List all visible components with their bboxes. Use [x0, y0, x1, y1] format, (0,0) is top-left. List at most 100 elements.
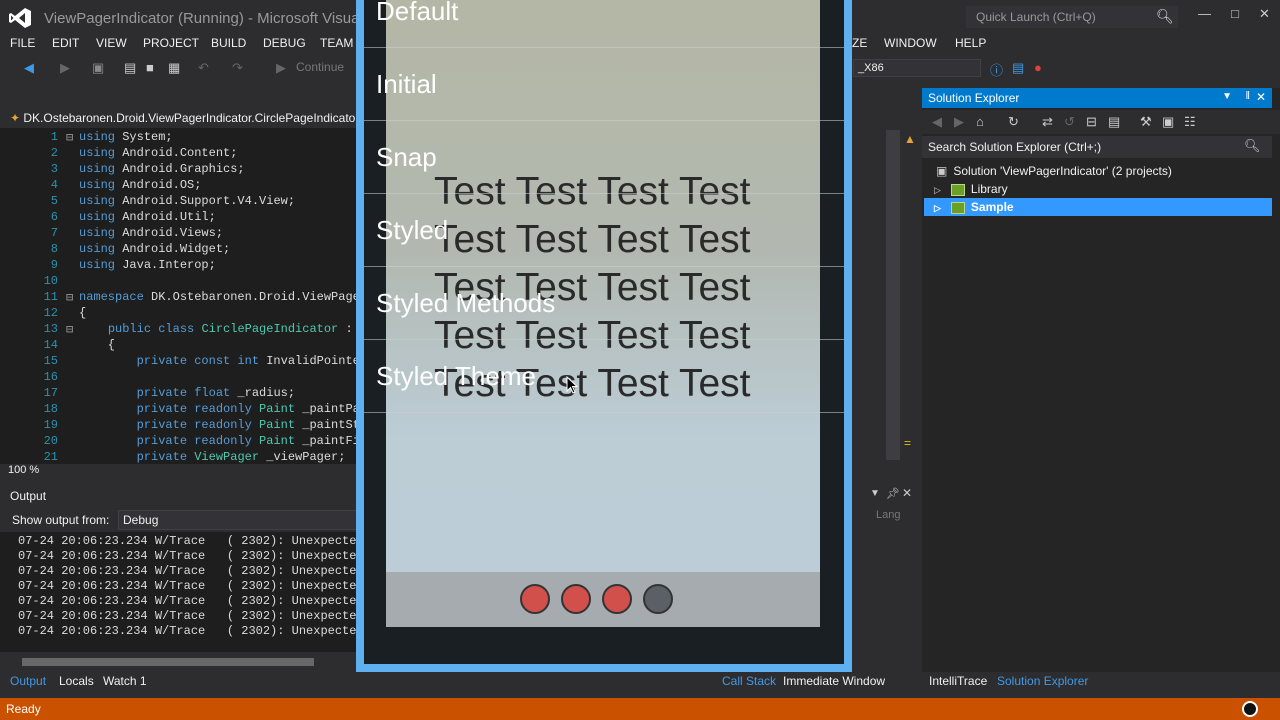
search-icon[interactable]: 🔍︎ — [1244, 138, 1261, 154]
solution-icon: ▣ — [936, 164, 948, 178]
marker-icon: = — [904, 436, 912, 450]
dropdown-icon[interactable]: ▼ — [1222, 91, 1232, 102]
notification-icon[interactable] — [1242, 701, 1258, 717]
window-icon[interactable]: ▤ — [1012, 60, 1024, 76]
code-editor[interactable]: 1 ⊟ using System; 2 using Android.Content; … — [0, 128, 356, 464]
list-divider — [364, 266, 844, 267]
show-all-files-icon[interactable]: ▤ — [1108, 114, 1120, 130]
menu-debug[interactable]: DEBUG — [263, 36, 306, 50]
tab-solution-explorer[interactable]: Solution Explorer — [997, 674, 1088, 688]
back-icon[interactable]: ◀ — [24, 60, 34, 76]
list-divider — [364, 339, 844, 340]
tab-immediate-window[interactable]: Immediate Window — [783, 674, 885, 688]
editor-navigation-bar[interactable]: ✦ DK.Ostebaronen.Droid.ViewPagerIndicato… — [0, 108, 356, 128]
output-source-select[interactable]: Debug — [118, 510, 358, 530]
marker-icon: ▲ — [904, 132, 916, 146]
continue-button[interactable]: Continue — [296, 60, 344, 74]
pin-icon[interactable]: 📌︎ — [886, 487, 900, 500]
list-divider — [364, 47, 844, 48]
menu-file[interactable]: FILE — [10, 36, 35, 50]
refresh-icon[interactable]: ↺ — [1064, 114, 1075, 130]
page-dot[interactable] — [643, 584, 673, 614]
pager-text: Test Test Test Test — [434, 218, 751, 261]
close-icon[interactable]: ✕ — [1256, 90, 1266, 104]
list-item-default[interactable]: Default — [376, 0, 458, 27]
list-item-styled[interactable]: Styled — [376, 215, 448, 246]
solution-search-input[interactable]: Search Solution Explorer (Ctrl+;) — [922, 136, 1272, 158]
list-item-styled-methods[interactable]: Styled Methods — [376, 288, 555, 319]
tab-output[interactable]: Output — [10, 674, 46, 688]
close-icon[interactable]: ✕ — [902, 486, 912, 500]
menu-analyze[interactable]: ZE — [852, 36, 867, 50]
solution-node[interactable]: ▣ Solution 'ViewPagerIndicator' (2 projec… — [924, 162, 1272, 180]
list-item-snap[interactable]: Snap — [376, 142, 437, 173]
menu-view[interactable]: VIEW — [96, 36, 127, 50]
platform-select[interactable]: _X86 — [853, 59, 981, 77]
page-dot[interactable] — [561, 584, 591, 614]
android-project-icon — [950, 183, 965, 196]
properties-icon[interactable]: ⚒ — [1140, 114, 1152, 130]
quick-launch-input[interactable]: Quick Launch (Ctrl+Q) — [966, 6, 1178, 28]
expand-icon[interactable]: ▷ — [934, 203, 941, 213]
menu-window[interactable]: WINDOW — [884, 36, 937, 50]
menu-project[interactable]: PROJECT — [143, 36, 199, 50]
list-item-styled-theme[interactable]: Styled Theme — [376, 361, 536, 392]
list-item-initial[interactable]: Initial — [376, 69, 437, 100]
redo-icon[interactable]: ↷ — [232, 60, 243, 76]
output-text[interactable]: 07-24 20:06:23.234 W/Trace ( 2302): Unex… — [0, 532, 356, 652]
pager-text: Test Test Test Test — [434, 170, 751, 213]
list-divider — [364, 120, 844, 121]
page-dot[interactable] — [520, 584, 550, 614]
dropdown-icon[interactable]: ▼ — [870, 488, 880, 499]
tab-watch[interactable]: Watch 1 — [103, 674, 147, 688]
close-icon[interactable]: ✕ — [1259, 6, 1270, 28]
expand-icon[interactable]: ▷ — [934, 185, 941, 195]
sync-icon[interactable]: ↻ — [1008, 114, 1019, 130]
save-icon[interactable]: ■ — [146, 60, 154, 75]
home-icon[interactable]: ⌂ — [976, 114, 984, 129]
class-diagram-icon[interactable]: ☷ — [1184, 114, 1196, 130]
android-project-icon — [950, 201, 965, 214]
continue-icon[interactable]: ▶ — [276, 60, 286, 76]
editor-right-margin — [852, 88, 918, 478]
maximize-icon[interactable]: □ — [1231, 6, 1239, 28]
forward-icon[interactable]: ▶ — [60, 60, 70, 76]
scrollbar-thumb[interactable] — [22, 658, 314, 666]
window-controls: — □ ✕ — [1188, 6, 1280, 28]
collapse-all-icon[interactable]: ⊟ — [1086, 114, 1097, 130]
project-node-sample[interactable]: ▷ Sample — [924, 198, 1272, 216]
preview-icon[interactable]: ▣ — [1162, 114, 1174, 130]
menu-help[interactable]: HELP — [955, 36, 986, 50]
list-divider — [364, 193, 844, 194]
output-line: 07-24 20:06:23.234 W/Trace ( 2302): Unex… — [18, 594, 356, 608]
solution-explorer-toolbar: ◀ ▶ ⌂ ↻ ⇄ ↺ ⊟ ▤ ⚒ ▣ ☷ — [922, 110, 1280, 134]
solution-explorer-title: Solution Explorer ▼ ‖ ✕ — [922, 88, 1272, 108]
tab-intellitrace[interactable]: IntelliTrace — [929, 674, 987, 688]
switch-views-icon[interactable]: ⇄ — [1042, 114, 1053, 130]
undo-icon[interactable]: ↶ — [198, 60, 209, 76]
language-label: Lang — [876, 509, 901, 521]
menu-build[interactable]: BUILD — [211, 36, 246, 50]
search-icon[interactable]: 🔍︎ — [1156, 8, 1174, 25]
forward-icon[interactable]: ▶ — [954, 114, 964, 130]
editor-scrollbar[interactable] — [886, 130, 900, 460]
open-icon[interactable]: ▤ — [124, 60, 136, 76]
pin-icon[interactable]: ‖ — [1245, 90, 1250, 102]
save-all-icon[interactable]: ▦ — [168, 60, 180, 76]
page-dot[interactable] — [602, 584, 632, 614]
menu-edit[interactable]: EDIT — [52, 36, 79, 50]
info-icon[interactable]: ⓘ — [990, 60, 1003, 79]
project-node-library[interactable]: ▷ Library — [924, 180, 1272, 198]
minimize-icon[interactable]: — — [1198, 6, 1211, 28]
zoom-select[interactable]: 100 % — [0, 464, 68, 478]
class-icon: ✦ — [10, 111, 24, 125]
back-icon[interactable]: ◀ — [932, 114, 942, 130]
new-project-icon[interactable]: ▣ — [92, 60, 104, 76]
feedback-icon[interactable]: ● — [1034, 60, 1042, 75]
list-divider — [364, 412, 844, 413]
tab-locals[interactable]: Locals — [59, 674, 94, 688]
output-line: 07-24 20:06:23.234 W/Trace ( 2302): Unex… — [18, 564, 356, 578]
output-title: Output — [10, 489, 47, 503]
menu-team[interactable]: TEAM — [320, 36, 353, 50]
tab-call-stack[interactable]: Call Stack — [722, 674, 776, 688]
